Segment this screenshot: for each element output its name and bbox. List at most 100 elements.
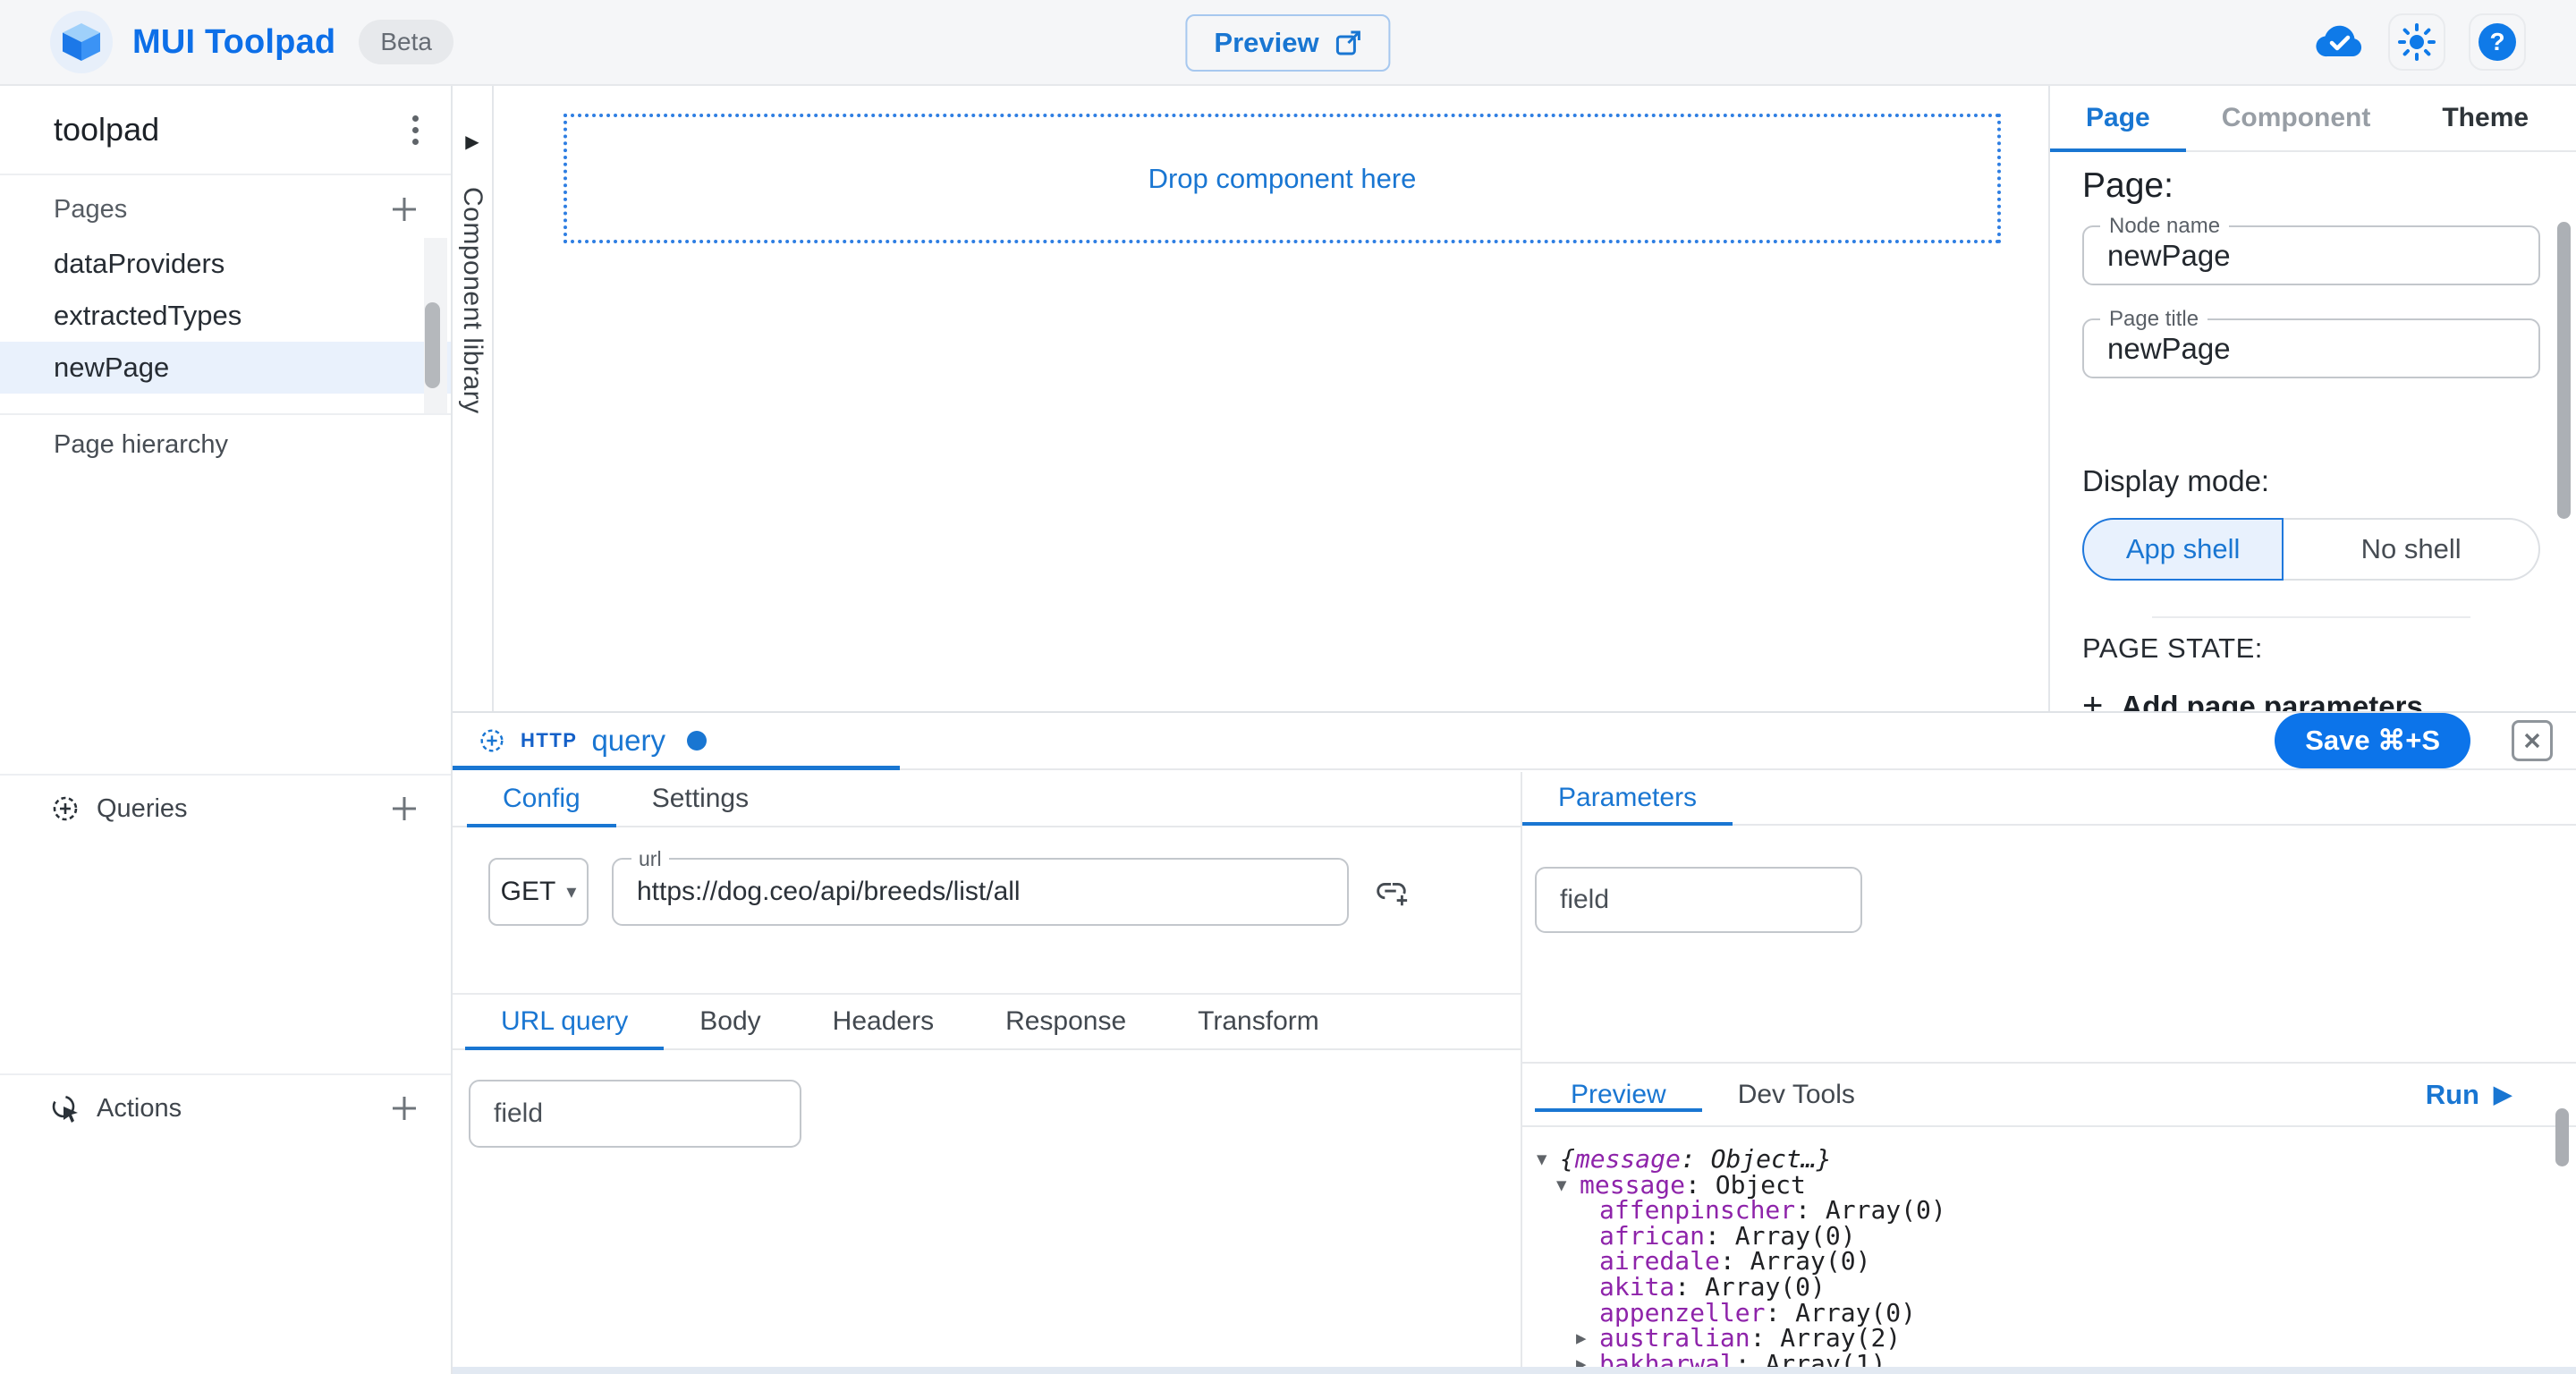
json-punct: : [1765,1301,1795,1327]
inspector-content: Page: Node name Page title Display mode:… [2050,166,2576,711]
add-page-button[interactable] [383,188,426,231]
actions-section-header[interactable]: Actions [0,1075,451,1141]
json-key: message [1575,1147,1681,1173]
component-library-panel[interactable]: ▶ Component library [453,86,494,711]
run-button[interactable]: Run ▶ [2426,1079,2576,1111]
query-editor-panel: HTTP query Save ⌘+S Config Settings [453,711,2576,1367]
query-icon [478,726,506,755]
json-punct: : [1674,1275,1705,1301]
result-tabs: Preview Dev Tools Run ▶ [1522,1064,2576,1127]
http-protocol-label: HTTP [521,729,577,752]
parameters-tabs: Parameters [1522,772,2576,826]
parameter-field-input[interactable] [1537,869,1860,931]
json-punct: : Object…} [1681,1147,1832,1173]
header-actions: ? [2315,13,2526,71]
pages-section-header: Pages [0,181,451,238]
json-punct: : [1750,1326,1781,1352]
query-header-actions: Save ⌘+S [2275,713,2576,768]
project-title: toolpad [54,111,159,148]
chevron-down-icon: ▾ [566,880,576,903]
pages-section-label: Pages [54,195,127,225]
tab-config[interactable]: Config [467,772,616,826]
page-hierarchy-label: Page hierarchy [0,415,451,474]
tab-settings[interactable]: Settings [616,772,784,826]
page-state-heading: PAGE STATE: [2082,632,2540,665]
add-action-button[interactable] [383,1087,426,1130]
add-query-button[interactable] [383,787,426,830]
json-punct: : [1720,1249,1750,1275]
tab-preview[interactable]: Preview [1535,1080,1702,1110]
json-value: Object [1716,1173,1806,1199]
json-value: Array(0) [1826,1198,1946,1224]
tab-dev-tools[interactable]: Dev Tools [1702,1080,1891,1110]
queries-section-header[interactable]: Queries [0,776,451,842]
http-method-select[interactable]: GET ▾ [488,858,589,926]
collapse-arrow-icon[interactable]: ▼ [1556,1173,1580,1199]
query-tab[interactable]: HTTP query [453,713,900,768]
expand-arrow-icon[interactable]: ▶ [1576,1326,1599,1352]
tab-theme[interactable]: Theme [2406,86,2564,150]
drop-zone[interactable]: Drop component here [564,114,2001,243]
sun-icon [2398,23,2436,61]
display-mode-app-shell[interactable]: App shell [2082,518,2284,581]
mui-toolpad-app: MUI Toolpad Beta Preview [0,0,2576,1374]
page-item-dataProviders[interactable]: dataProviders [0,238,451,290]
page-item-extractedTypes[interactable]: extractedTypes [0,290,451,342]
query-config-column: Config Settings GET ▾ url [453,772,1521,1367]
inspector-scrollbar-thumb[interactable] [2557,222,2571,519]
tab-response[interactable]: Response [970,995,1162,1048]
toolpad-logo [50,11,113,73]
pages-scrollbar-thumb[interactable] [425,302,440,388]
collapse-arrow-icon [1576,1301,1599,1327]
page-item-newPage[interactable]: newPage [0,342,451,394]
tab-page[interactable]: Page [2050,86,2186,150]
json-value: Array(2) [1780,1326,1901,1352]
tab-transform[interactable]: Transform [1162,995,1355,1048]
collapse-arrow-icon [1576,1198,1599,1224]
project-menu-button[interactable] [403,106,428,154]
tab-component[interactable]: Component [2186,86,2407,150]
config-tabs: Config Settings [453,772,1521,827]
display-mode-no-shell[interactable]: No shell [2284,518,2540,581]
json-row: african: Array(0) [1576,1224,2576,1250]
drop-zone-label: Drop component here [1148,163,1417,195]
url-field: url [612,858,1349,926]
theme-toggle-button[interactable] [2388,13,2445,71]
add-page-parameters-label: Add page parameters [2121,690,2422,712]
collapse-arrow-icon [1576,1275,1599,1301]
close-icon [2523,732,2541,750]
help-button[interactable]: ? [2469,13,2526,71]
url-input[interactable] [614,860,1347,924]
display-mode-toggle: App shell No shell [2082,518,2540,581]
tab-headers[interactable]: Headers [797,995,970,1048]
page-title-field: Page title [2082,318,2540,378]
json-key: affenpinscher [1599,1198,1795,1224]
preview-button[interactable]: Preview [1185,14,1390,72]
cloud-sync-icon [2315,24,2365,60]
tab-url-query[interactable]: URL query [465,995,664,1048]
json-key: airedale [1599,1249,1720,1275]
json-row: ▼message: Object [1556,1173,2576,1199]
save-button[interactable]: Save ⌘+S [2275,713,2470,768]
actions-section: Actions [0,1073,451,1141]
json-preview-tree: ▼{message: Object…} ▼message: Object aff… [1522,1127,2576,1369]
app-title: MUI Toolpad [132,23,335,62]
add-page-parameters-button[interactable]: + Add page parameters [2082,686,2540,711]
json-value: Array(0) [1750,1249,1871,1275]
pages-scrollbar-track [424,238,447,413]
tab-parameters[interactable]: Parameters [1522,772,1733,824]
queries-label: Queries [97,794,188,824]
result-scrollbar-thumb[interactable] [2555,1108,2569,1166]
run-button-label: Run [2426,1079,2479,1111]
panel-resize-strip[interactable] [453,1367,2576,1374]
actions-label: Actions [97,1094,182,1124]
http-method-value: GET [501,877,556,907]
tab-body[interactable]: Body [664,995,796,1048]
collapse-arrow-icon[interactable]: ▼ [1537,1147,1560,1173]
close-query-panel-button[interactable] [2512,720,2553,761]
query-result-section: Preview Dev Tools Run ▶ ▼{message: Objec… [1522,1062,2576,1367]
query-name: query [591,724,665,758]
url-query-field-input[interactable] [470,1081,800,1146]
collapse-arrow-icon [1576,1249,1599,1275]
add-link-button[interactable] [1372,873,1410,911]
